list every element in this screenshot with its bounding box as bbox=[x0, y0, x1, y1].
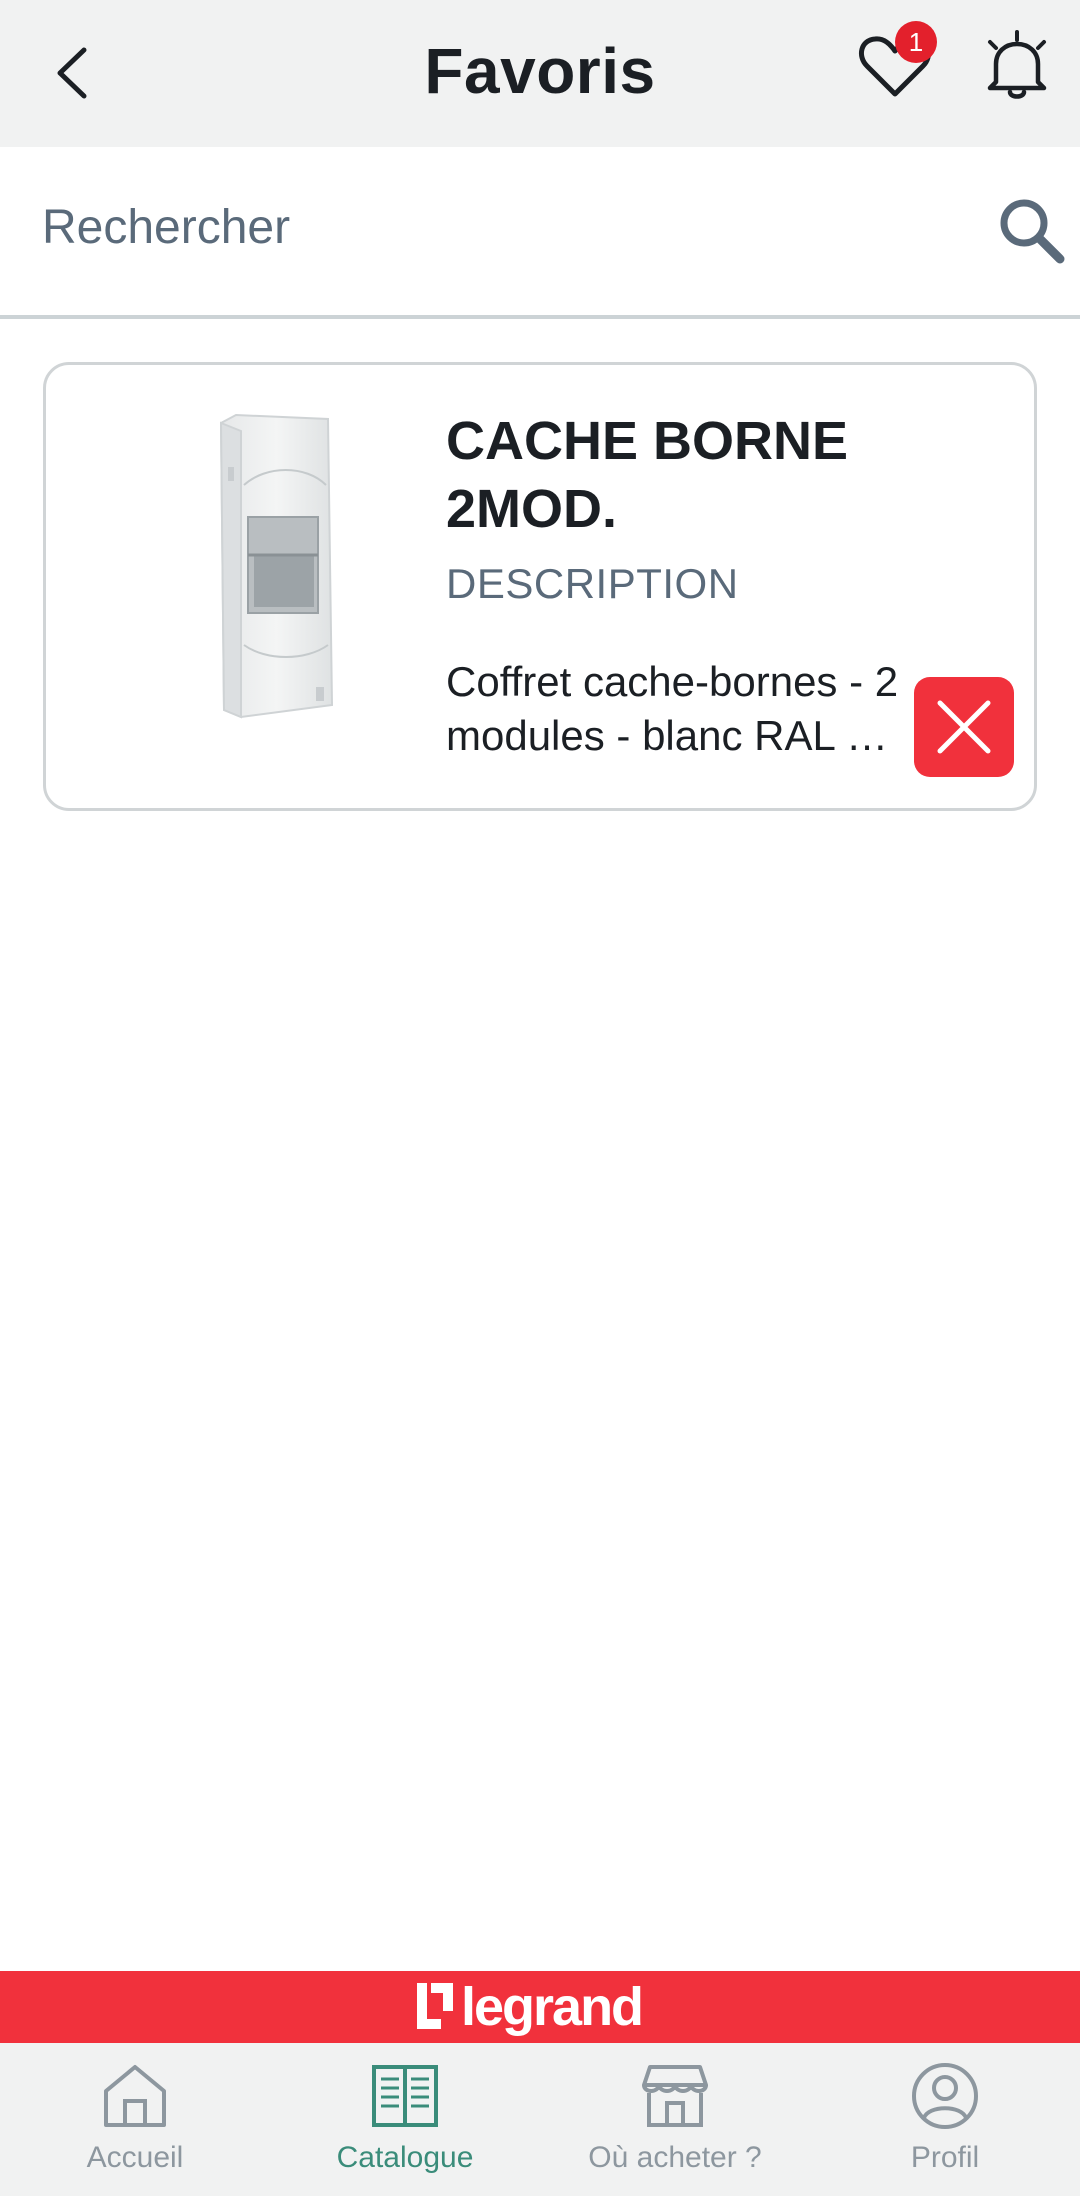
nav-item-catalogue[interactable]: Catalogue bbox=[270, 2043, 540, 2196]
nav-item-accueil[interactable]: Accueil bbox=[0, 2043, 270, 2196]
favorite-product-card[interactable]: CACHE BORNE 2MOD. DESCRIPTION Coffret ca… bbox=[43, 362, 1037, 811]
book-icon bbox=[372, 2065, 438, 2127]
nav-label-ou-acheter: Où acheter ? bbox=[588, 2141, 762, 2174]
nav-label-accueil: Accueil bbox=[86, 2141, 184, 2174]
nav-item-ou-acheter[interactable]: Où acheter ? bbox=[540, 2043, 810, 2196]
legrand-logo: legrand bbox=[415, 1975, 675, 2039]
bottom-navigation: Accueil Catalogue Où acheter ? Profil bbox=[0, 2043, 1080, 2196]
user-icon bbox=[912, 2063, 978, 2129]
nav-item-profil[interactable]: Profil bbox=[810, 2043, 1080, 2196]
app-header: Favoris 1 bbox=[0, 0, 1080, 147]
nav-label-profil: Profil bbox=[910, 2141, 980, 2174]
bell-icon[interactable] bbox=[980, 28, 1054, 102]
legrand-mark-icon bbox=[417, 1983, 453, 2029]
close-icon bbox=[937, 700, 991, 754]
nav-label-catalogue: Catalogue bbox=[336, 2141, 474, 2174]
home-icon bbox=[104, 2065, 166, 2127]
product-title: CACHE BORNE 2MOD. bbox=[446, 411, 849, 539]
product-image bbox=[219, 413, 334, 719]
store-icon bbox=[642, 2065, 708, 2127]
search-input[interactable] bbox=[42, 197, 942, 257]
favorites-screen: Favoris 1 Rechercher CACHE BORNE 2MOD. D… bbox=[0, 0, 1080, 2196]
search-icon[interactable] bbox=[996, 195, 1068, 267]
brand-name: legrand bbox=[461, 1977, 644, 2037]
search-bar bbox=[0, 147, 1080, 319]
product-description: Coffret cache-bornes - 2 modules - blanc… bbox=[446, 658, 899, 759]
brand-banner: legrand bbox=[0, 1971, 1080, 2043]
favorites-count-badge: 1 bbox=[895, 21, 937, 63]
remove-favorite-button[interactable] bbox=[914, 677, 1014, 777]
description-label: DESCRIPTION bbox=[446, 560, 739, 607]
